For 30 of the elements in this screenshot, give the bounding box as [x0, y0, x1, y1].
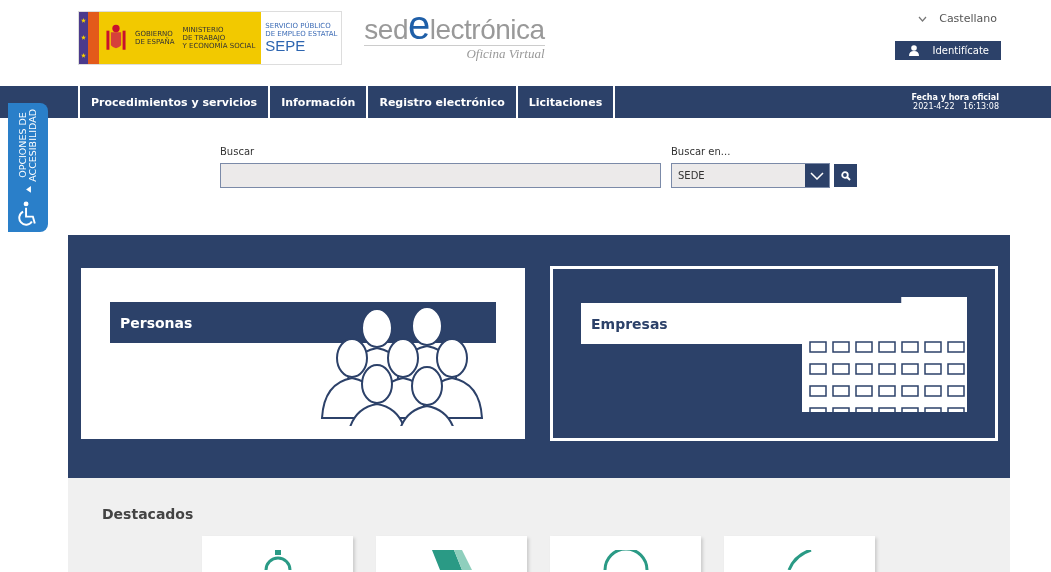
- star-icon: [81, 52, 86, 58]
- chevron-down-icon: [918, 15, 928, 22]
- site-logo-text[interactable]: sedelectrónica: [364, 10, 545, 46]
- search-button[interactable]: [834, 164, 857, 187]
- search-label: Buscar: [220, 146, 256, 157]
- chevron-icon: [431, 550, 472, 570]
- search-icon: [840, 170, 851, 181]
- language-selector[interactable]: Castellano: [918, 12, 997, 25]
- agency-acronym: SEPE: [265, 38, 307, 54]
- wheelchair-icon: [18, 200, 38, 226]
- accessibility-tab[interactable]: OPCIONES DE ACCESIBILIDAD: [8, 103, 48, 232]
- site-subtitle: Oficina Virtual: [466, 46, 545, 62]
- star-icon: [81, 35, 86, 41]
- official-date-time: 2021-4-22 16:13:08: [912, 102, 999, 111]
- login-button[interactable]: Identifícate: [894, 41, 1001, 60]
- featured-card[interactable]: [376, 536, 527, 572]
- clock-icon: [262, 550, 293, 570]
- featured-card[interactable]: [202, 536, 353, 572]
- user-icon: [908, 45, 919, 56]
- profile-card[interactable]: Empresas: [550, 266, 998, 441]
- search-scope-dropdown[interactable]: SEDE: [671, 163, 830, 188]
- clock-title: Fecha y hora oficial: [911, 93, 999, 102]
- section-title: Destacados: [102, 506, 195, 522]
- chevron-down-icon: [810, 171, 824, 180]
- search-scope-label: Buscar en...: [671, 146, 732, 157]
- caret-left-icon: [25, 185, 31, 193]
- featured-card[interactable]: [550, 536, 701, 572]
- star-icon: [81, 18, 86, 24]
- profile-card[interactable]: Personas: [81, 268, 525, 439]
- search-field[interactable]: [220, 163, 661, 188]
